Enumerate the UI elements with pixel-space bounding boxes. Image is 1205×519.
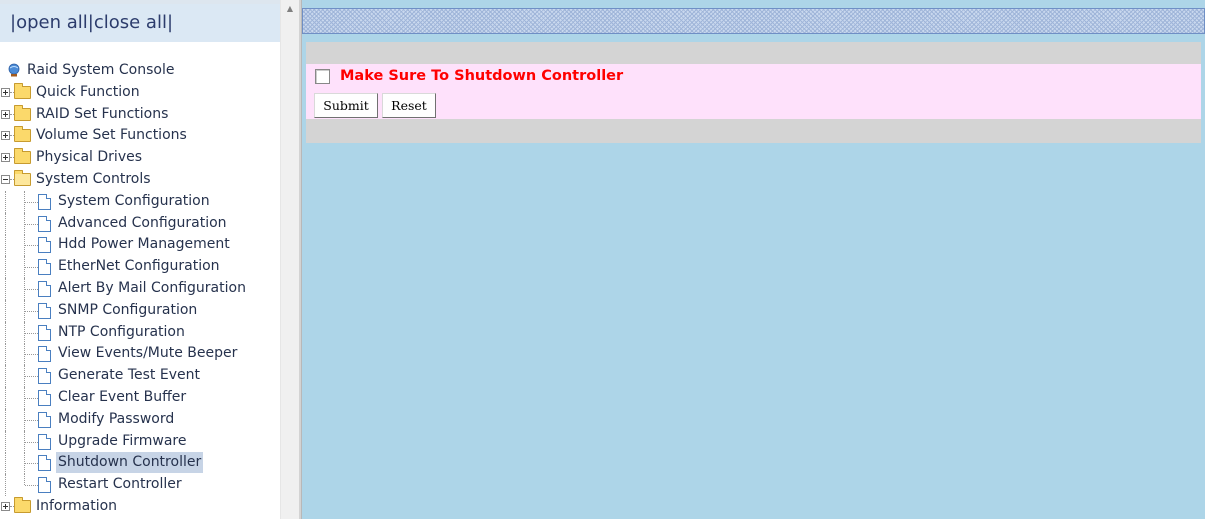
tree-root-label: Raid System Console	[27, 62, 175, 78]
tree-item-label: Modify Password	[58, 410, 175, 427]
tree-item-label: Alert By Mail Configuration	[58, 279, 246, 296]
folder-icon	[14, 496, 31, 513]
expand-icon[interactable]	[1, 131, 10, 141]
expand-icon[interactable]	[1, 153, 10, 163]
title-bar	[302, 8, 1205, 34]
expand-icon[interactable]	[1, 87, 10, 97]
page-icon	[38, 411, 51, 428]
scroll-up-arrow-icon[interactable]: ▲	[281, 0, 299, 18]
tree-folder[interactable]: Physical Drives	[0, 147, 280, 169]
tree-item-label: System Configuration	[58, 192, 210, 209]
tree-item[interactable]: Alert By Mail Configuration	[0, 277, 280, 300]
page-icon	[38, 455, 51, 472]
scrollbar[interactable]: ▲	[280, 0, 299, 519]
tree-folder-label: RAID Set Functions	[36, 105, 169, 122]
tree-item[interactable]: Modify Password	[0, 408, 280, 431]
page-icon	[38, 433, 51, 450]
page-icon	[38, 368, 51, 385]
page-icon	[38, 346, 51, 363]
content-frame: Make Sure To Shutdown Controller Submit …	[302, 0, 1205, 519]
tree-item-selected[interactable]: Shutdown Controller	[0, 452, 280, 475]
tree-root[interactable]: Raid System Console	[0, 60, 280, 82]
tree-item[interactable]: NTP Configuration	[0, 321, 280, 344]
tree-folder-label: Quick Function	[36, 83, 140, 100]
separator: |	[166, 12, 174, 33]
tree-item[interactable]: Generate Test Event	[0, 365, 280, 388]
folder-open-icon	[14, 169, 31, 186]
tree-item-label: EtherNet Configuration	[58, 258, 220, 275]
shutdown-form: Make Sure To Shutdown Controller Submit …	[306, 42, 1201, 143]
tree-folder[interactable]: Volume Set Functions	[0, 125, 280, 147]
tree-folder-label: System Controls	[36, 170, 151, 187]
page-icon	[38, 259, 51, 276]
tree-item[interactable]: EtherNet Configuration	[0, 256, 280, 279]
tree-item[interactable]: System Configuration	[0, 190, 280, 213]
page-icon	[38, 280, 51, 297]
tree-item-label: SNMP Configuration	[58, 301, 198, 318]
expand-icon[interactable]	[1, 109, 10, 119]
page-icon	[38, 324, 51, 341]
tree-folder[interactable]: Quick Function	[0, 82, 280, 104]
tree-item-label: Hdd Power Management	[58, 236, 230, 253]
collapse-icon[interactable]	[1, 174, 10, 184]
open-all-link[interactable]: open all	[16, 12, 88, 33]
tree-item-label: Clear Event Buffer	[58, 388, 187, 405]
tree-folder-label: Information	[36, 497, 118, 514]
open-close-bar: |open all|close all|	[0, 4, 280, 42]
tree-folder-label: Volume Set Functions	[36, 127, 187, 144]
reset-button[interactable]: Reset	[382, 93, 436, 118]
tree-item-label: Upgrade Firmware	[58, 432, 187, 449]
tree-item[interactable]: Clear Event Buffer	[0, 386, 280, 409]
folder-icon	[14, 104, 31, 121]
tree-item[interactable]: Hdd Power Management	[0, 234, 280, 257]
button-row: Submit Reset	[306, 91, 1201, 119]
navigation-frame: |open all|close all| Raid System Console…	[0, 0, 280, 519]
tree-item-label: Advanced Configuration	[58, 214, 227, 231]
tree-item[interactable]: SNMP Configuration	[0, 299, 280, 322]
tree-item[interactable]: View Events/Mute Beeper	[0, 343, 280, 366]
page-icon	[38, 302, 51, 319]
confirm-checkbox[interactable]	[315, 69, 330, 84]
page-icon	[38, 237, 51, 254]
tree-folder[interactable]: RAID Set Functions	[0, 104, 280, 126]
tree-item[interactable]: Advanced Configuration	[0, 212, 280, 235]
expand-icon[interactable]	[1, 501, 10, 511]
tree-item-label: View Events/Mute Beeper	[58, 345, 238, 362]
tree-item-label: Generate Test Event	[58, 367, 200, 384]
globe-icon	[8, 63, 20, 77]
close-all-link[interactable]: close all	[94, 12, 167, 33]
folder-icon	[14, 126, 31, 143]
submit-button[interactable]: Submit	[314, 93, 378, 118]
tree-folder-system-controls[interactable]: System Controls	[0, 169, 280, 191]
tree-item[interactable]: Upgrade Firmware	[0, 430, 280, 453]
folder-icon	[14, 148, 31, 165]
folder-icon	[14, 82, 31, 99]
tree-item-label: NTP Configuration	[58, 323, 185, 340]
confirm-label: Make Sure To Shutdown Controller	[340, 68, 624, 84]
page-icon	[38, 193, 51, 210]
tree-item-label: Restart Controller	[58, 476, 182, 493]
menu-tree: Raid System Console Quick Function RAID …	[0, 60, 280, 518]
confirm-row: Make Sure To Shutdown Controller	[306, 64, 1201, 91]
page-icon	[38, 477, 51, 494]
tree-folder[interactable]: Information	[0, 496, 280, 518]
page-icon	[38, 389, 51, 406]
tree-item-label: Shutdown Controller	[56, 452, 204, 474]
tree-folder-label: Physical Drives	[36, 149, 143, 166]
tree-item[interactable]: Restart Controller	[0, 474, 280, 497]
page-icon	[38, 215, 51, 232]
